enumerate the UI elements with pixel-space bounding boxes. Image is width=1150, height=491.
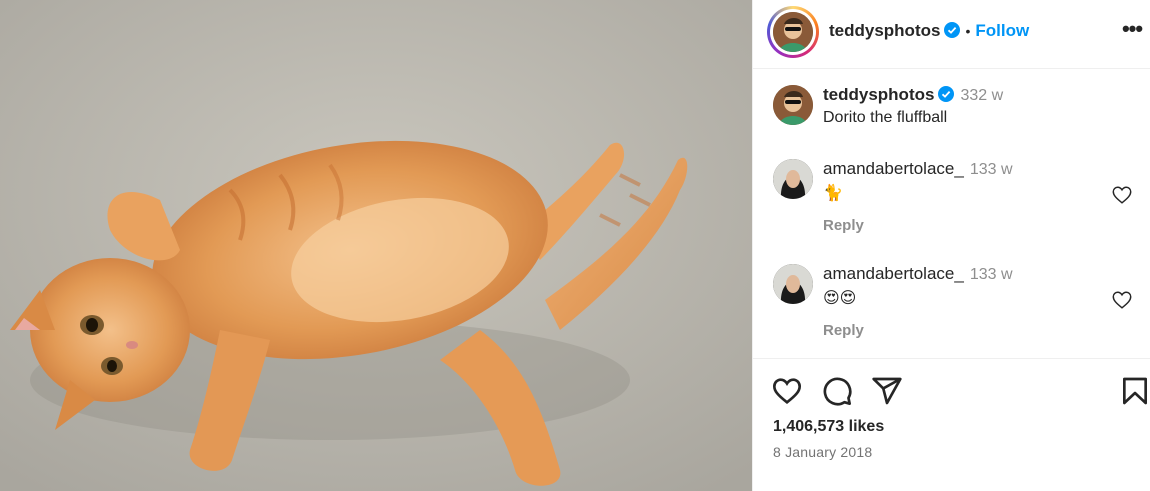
commenter-avatar[interactable] — [773, 159, 813, 199]
post-photo[interactable] — [0, 0, 752, 491]
caption-author-avatar[interactable] — [773, 85, 813, 125]
follow-button[interactable]: Follow — [975, 21, 1029, 40]
comment-like-heart-icon[interactable] — [1111, 289, 1133, 311]
comment-text: 🐈 — [823, 185, 843, 202]
post-header: teddysphotos • Follow ••• — [753, 0, 1150, 69]
author-story-ring[interactable] — [767, 6, 819, 58]
caption-author-username[interactable]: teddysphotos — [823, 85, 934, 104]
like-count[interactable]: 1,406,573 likes — [773, 418, 884, 436]
comment-timestamp: 133 w — [969, 266, 1013, 283]
caption-timestamp: 332 w — [960, 87, 1004, 104]
commenter-avatar[interactable] — [773, 264, 813, 304]
reply-button[interactable]: Reply — [823, 217, 864, 234]
caption-text: Dorito the fluffball — [823, 109, 948, 126]
header-separator: • — [965, 23, 971, 39]
author-avatar[interactable] — [773, 12, 813, 52]
post-date: 8 January 2018 — [773, 444, 873, 460]
comment-item: amandabertolace_ 133 w 🐈 Reply — [773, 159, 1133, 239]
reply-button[interactable]: Reply — [823, 322, 864, 339]
cat-photo-image — [0, 0, 752, 491]
save-icon[interactable] — [1119, 375, 1150, 407]
caption-row: teddysphotos 332 w Dorito the fluffball — [773, 85, 1133, 145]
comment-text: 😍😍 — [823, 290, 857, 307]
heart-icon[interactable] — [771, 375, 803, 407]
comment-item: amandabertolace_ 133 w 😍😍 Reply — [773, 264, 1133, 344]
verified-badge-icon — [938, 86, 955, 102]
commenter-username[interactable]: amandabertolace_ — [823, 159, 964, 178]
commenter-username[interactable]: amandabertolace_ — [823, 264, 964, 283]
post-action-bar — [753, 375, 1150, 411]
comment-icon[interactable] — [821, 375, 853, 407]
post-author-username[interactable]: teddysphotos — [829, 21, 940, 40]
post-details-panel: teddysphotos • Follow ••• teddysphotos 332 … — [752, 0, 1150, 491]
share-icon[interactable] — [871, 375, 903, 407]
more-options-icon[interactable]: ••• — [1119, 18, 1145, 46]
comment-like-heart-icon[interactable] — [1111, 184, 1133, 206]
comments-section: teddysphotos 332 w Dorito the fluffball a… — [753, 69, 1150, 359]
comment-timestamp: 133 w — [969, 161, 1013, 178]
verified-badge-icon — [944, 22, 961, 38]
